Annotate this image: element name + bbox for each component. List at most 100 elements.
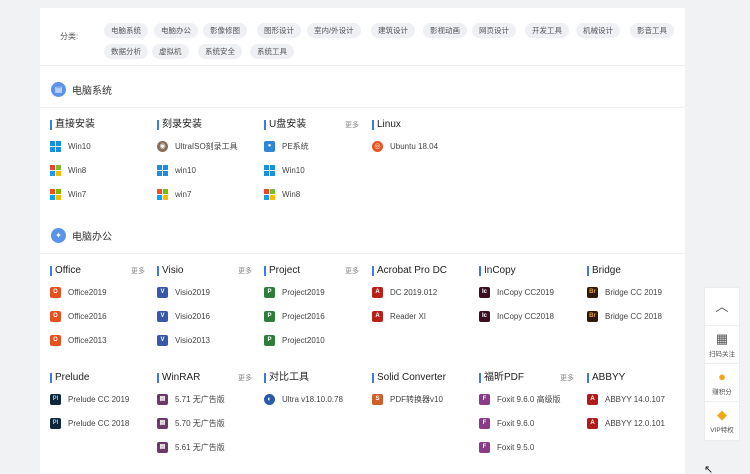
group-title[interactable]: Office 更多 [50, 264, 145, 278]
group-title[interactable]: WinRAR 更多 [157, 371, 252, 385]
category-chip[interactable]: 系统安全 [198, 44, 242, 59]
software-item[interactable]: ▤ 5.61 无广告版 [157, 441, 225, 453]
category-chip[interactable]: 数据分析 [104, 44, 148, 59]
software-item[interactable]: win10 [157, 164, 196, 176]
group-title[interactable]: ABBYY [587, 371, 682, 385]
more-link[interactable]: 更多 [238, 265, 252, 279]
group-title-text: ABBYY [592, 372, 626, 383]
software-item[interactable]: Ic InCopy CC2019 [479, 286, 554, 298]
more-link[interactable]: 更多 [345, 265, 359, 279]
category-chip[interactable]: 室内/外设计 [307, 23, 361, 38]
category-chip[interactable]: 影像修图 [203, 23, 247, 38]
software-item[interactable]: A Reader XI [372, 310, 426, 322]
group-title[interactable]: Prelude [50, 371, 145, 385]
software-item[interactable]: A DC 2019.012 [372, 286, 437, 298]
software-item[interactable]: Pl Prelude CC 2018 [50, 417, 129, 429]
software-item[interactable]: P Project2010 [264, 334, 325, 346]
software-item-label: Ultra v18.10.0.78 [282, 394, 343, 404]
software-item[interactable]: P Project2016 [264, 310, 325, 322]
software-item-label: win10 [175, 165, 196, 175]
software-item[interactable]: Br Bridge CC 2018 [587, 310, 662, 322]
software-item[interactable]: ◉ UltraISO刻录工具 [157, 140, 238, 152]
software-item[interactable]: A ABBYY 14.0.107 [587, 393, 665, 405]
category-chip[interactable]: 建筑设计 [371, 23, 415, 38]
category-chip[interactable]: 系统工具 [250, 44, 294, 59]
software-group: Visio 更多 V Visio2019 V Visio2016 V Visio2013 [157, 264, 252, 346]
group-title[interactable]: 福昕PDF 更多 [479, 371, 574, 385]
qr-follow-button[interactable]: ▦ 扫码关注 [705, 326, 739, 364]
more-link[interactable]: 更多 [238, 372, 252, 386]
office-icon: O [50, 310, 61, 322]
group-title[interactable]: Visio 更多 [157, 264, 252, 278]
project-icon: P [264, 334, 275, 346]
category-chip[interactable]: 影音工具 [630, 23, 674, 38]
software-item[interactable]: Br Bridge CC 2019 [587, 286, 662, 298]
prelude-icon: Pl [50, 393, 61, 405]
software-item[interactable]: Win10 [50, 140, 91, 152]
software-group: Acrobat Pro DC A DC 2019.012 A Reader XI [372, 264, 467, 322]
project-icon: P [264, 286, 275, 298]
software-item[interactable]: V Visio2019 [157, 286, 210, 298]
software-item[interactable]: ▤ 5.70 无广告版 [157, 417, 225, 429]
group-title[interactable]: InCopy [479, 264, 574, 278]
software-item[interactable]: ▤ 5.71 无广告版 [157, 393, 225, 405]
software-group: InCopy Ic InCopy CC2019 Ic InCopy CC2018 [479, 264, 574, 322]
group-title-text: InCopy [484, 265, 516, 276]
software-item[interactable]: Ic InCopy CC2018 [479, 310, 554, 322]
software-item[interactable]: win7 [157, 188, 191, 200]
software-item[interactable]: Pl Prelude CC 2019 [50, 393, 129, 405]
software-item[interactable]: F Foxit 9.5.0 [479, 441, 534, 453]
group-title[interactable]: 直接安装 [50, 118, 145, 132]
category-chip[interactable]: 影视动画 [423, 23, 467, 38]
group-title[interactable]: Bridge [587, 264, 682, 278]
software-group: 刻录安装 ◉ UltraISO刻录工具 win10 win7 [157, 118, 252, 200]
group-title[interactable]: U盘安装 更多 [264, 118, 359, 132]
group-title-text: 福昕PDF [484, 372, 524, 383]
category-chip[interactable]: 机械设计 [576, 23, 620, 38]
software-item[interactable]: V Visio2013 [157, 334, 210, 346]
software-item[interactable]: ● PE系统 [264, 140, 309, 152]
category-chip[interactable]: 开发工具 [525, 23, 569, 38]
software-group: ABBYY A ABBYY 14.0.107 A ABBYY 12.0.101 [587, 371, 682, 429]
software-item[interactable]: O Office2019 [50, 286, 107, 298]
back-to-top-button[interactable]: ︿ [705, 288, 739, 326]
visio-icon: V [157, 286, 168, 298]
software-item[interactable]: Win10 [264, 164, 305, 176]
group-title[interactable]: Linux [372, 118, 467, 132]
group-title[interactable]: Solid Converter [372, 371, 467, 385]
software-group: U盘安装 更多 ● PE系统 Win10 Win8 [264, 118, 359, 200]
software-item[interactable]: Win7 [50, 188, 86, 200]
more-link[interactable]: 更多 [560, 372, 574, 386]
software-item[interactable]: A ABBYY 12.0.101 [587, 417, 665, 429]
vip-button[interactable]: ◆ VIP特权 [705, 402, 739, 440]
more-link[interactable]: 更多 [345, 119, 359, 133]
group-title[interactable]: 刻录安装 [157, 118, 252, 132]
software-item[interactable]: S PDF转换器v10 [372, 393, 443, 405]
category-chip[interactable]: 电脑系统 [104, 23, 148, 38]
category-chip[interactable]: 网页设计 [472, 23, 516, 38]
ultraiso-icon: ◉ [157, 140, 168, 152]
software-item[interactable]: ◎ Ubuntu 18.04 [372, 140, 438, 152]
software-group: WinRAR 更多 ▤ 5.71 无广告版 ▤ 5.70 无广告版 ▤ 5.61 无广告版 [157, 371, 252, 453]
software-item-label: PDF转换器v10 [390, 394, 443, 404]
software-item[interactable]: F Foxit 9.6.0 高级版 [479, 393, 561, 405]
group-title[interactable]: 对比工具 [264, 371, 359, 385]
category-chip[interactable]: 电脑办公 [154, 23, 198, 38]
software-item[interactable]: P Project2019 [264, 286, 325, 298]
software-item-label: Win10 [68, 141, 91, 151]
more-link[interactable]: 更多 [131, 265, 145, 279]
bridge-icon: Br [587, 310, 598, 322]
software-item[interactable]: O Office2016 [50, 310, 107, 322]
earn-points-button[interactable]: ● 赚积分 [705, 364, 739, 402]
vip-label: VIP特权 [710, 427, 734, 434]
software-item[interactable]: V Visio2016 [157, 310, 210, 322]
group-title[interactable]: Acrobat Pro DC [372, 264, 467, 278]
software-item[interactable]: ◐ Ultra v18.10.0.78 [264, 393, 343, 405]
group-title[interactable]: Project 更多 [264, 264, 359, 278]
software-item[interactable]: O Office2013 [50, 334, 107, 346]
software-item[interactable]: F Foxit 9.6.0 [479, 417, 534, 429]
category-chip[interactable]: 虚拟机 [152, 44, 189, 59]
software-item[interactable]: Win8 [50, 164, 86, 176]
category-chip[interactable]: 图形设计 [257, 23, 301, 38]
software-item[interactable]: Win8 [264, 188, 300, 200]
